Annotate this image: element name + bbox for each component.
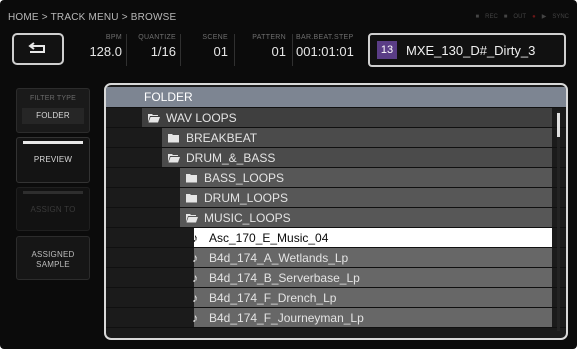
folder-row[interactable]: WAV LOOPS <box>106 108 566 128</box>
out-status-label: OUT <box>513 13 527 20</box>
assigned-sample-button[interactable]: ASSIGNED SAMPLE <box>16 236 90 280</box>
play-icon: ▶ <box>541 14 547 20</box>
folder-open-icon <box>168 153 180 163</box>
assign-indicator <box>23 191 83 194</box>
folder-name: DRUM_&_BASS <box>186 150 276 165</box>
pattern-value: 01 <box>271 44 286 59</box>
scene-value: 01 <box>213 44 228 59</box>
music-note-icon: ♪ <box>192 310 198 325</box>
track-name: MXE_130_D#_Dirty_3 <box>406 42 536 58</box>
music-note-icon: ♪ <box>192 290 198 305</box>
folder-open-icon <box>148 113 160 123</box>
file-row[interactable]: ♪ B4d_174_A_Wetlands_Lp <box>106 248 566 268</box>
file-name: Asc_170_E_Music_04 <box>209 230 329 245</box>
row-content: ♪ B4d_174_F_Journeyman_Lp <box>192 311 364 325</box>
status-indicators: ■ REC ■ OUT ● ▶ SYNC <box>475 13 569 21</box>
scrollbar-thumb[interactable] <box>557 113 560 137</box>
filter-type-button[interactable]: FILTER TYPE FOLDER <box>16 88 90 133</box>
folder-name: DRUM_LOOPS <box>204 190 289 205</box>
record-dot-icon: ● <box>532 13 536 20</box>
file-browser: FOLDER WAV LOOPS BREAKBEAT DRUM_&_BASS BASS… <box>104 83 568 340</box>
track-display: 13 MXE_130_D#_Dirty_3 <box>368 33 566 67</box>
barbeat-label: BAR.BEAT.STEP <box>296 34 354 41</box>
bpm-display: BPM 128.0 <box>70 34 122 66</box>
folder-row[interactable]: BREAKBEAT <box>106 128 566 148</box>
browser-header-row: FOLDER <box>106 87 566 108</box>
folder-icon <box>186 193 198 203</box>
row-content: ♪ B4d_174_F_Drench_Lp <box>192 291 336 305</box>
bpm-value: 128.0 <box>89 44 122 59</box>
folder-row[interactable]: MUSIC_LOOPS <box>106 208 566 228</box>
track-number-badge: 13 <box>377 41 397 59</box>
pattern-display: PATTERN 01 <box>238 34 286 66</box>
folder-icon <box>186 173 198 183</box>
filter-type-caption: FILTER TYPE <box>30 95 76 102</box>
row-content: ♪ B4d_174_A_Wetlands_Lp <box>192 251 348 265</box>
preview-indicator <box>23 141 83 144</box>
folder-icon <box>168 133 180 143</box>
header-divider <box>292 34 293 66</box>
out-status-icon: ■ <box>503 13 508 20</box>
rec-status-icon: ■ <box>475 13 480 20</box>
folder-open-icon <box>186 213 198 223</box>
preview-label: PREVIEW <box>33 155 73 164</box>
barbeat-display: BAR.BEAT.STEP 001:01:01 <box>296 34 362 66</box>
assign-to-button[interactable]: ASSIGN TO <box>16 187 90 231</box>
folder-name: MUSIC_LOOPS <box>204 210 291 225</box>
back-button[interactable] <box>12 33 64 65</box>
row-content: MUSIC_LOOPS <box>186 211 291 225</box>
scene-label: SCENE <box>202 34 228 41</box>
folder-name: BREAKBEAT <box>186 130 258 145</box>
header-divider <box>180 34 181 66</box>
quantize-label: QUANTIZE <box>138 34 176 41</box>
file-name: B4d_174_F_Drench_Lp <box>209 290 337 305</box>
row-content: DRUM_&_BASS <box>168 151 275 165</box>
bpm-label: BPM <box>105 34 122 41</box>
assigned-sample-label-line1: ASSIGNED <box>31 250 75 259</box>
quantize-display: QUANTIZE 1/16 <box>130 34 176 66</box>
file-name: B4d_174_A_Wetlands_Lp <box>209 250 349 265</box>
row-content: ♪ B4d_174_B_Serverbase_Lp <box>192 271 360 285</box>
music-note-icon: ♪ <box>192 250 198 265</box>
header-divider <box>126 34 127 66</box>
row-content: WAV LOOPS <box>148 111 237 125</box>
row-content: DRUM_LOOPS <box>186 191 288 205</box>
back-arrow-icon <box>28 42 45 53</box>
preview-button[interactable]: PREVIEW <box>16 137 90 183</box>
file-name: B4d_174_F_Journeyman_Lp <box>209 310 364 325</box>
row-content: ♪ Asc_170_E_Music_04 <box>192 231 328 245</box>
row-content: BASS_LOOPS <box>186 171 284 185</box>
assign-to-label: ASSIGN TO <box>30 205 76 214</box>
row-content: BREAKBEAT <box>168 131 257 145</box>
file-name: B4d_174_B_Serverbase_Lp <box>209 270 360 285</box>
header-divider <box>234 34 235 66</box>
music-note-icon: ♪ <box>192 270 198 285</box>
folder-row[interactable]: DRUM_&_BASS <box>106 148 566 168</box>
folder-name: BASS_LOOPS <box>204 170 285 185</box>
pattern-label: PATTERN <box>252 34 286 41</box>
barbeat-value: 001:01:01 <box>296 44 354 59</box>
rec-status-label: REC <box>485 13 498 20</box>
scene-display: SCENE 01 <box>184 34 228 66</box>
sync-status-label: SYNC <box>552 13 569 20</box>
file-row[interactable]: ♪ B4d_174_B_Serverbase_Lp <box>106 268 566 288</box>
breadcrumb: HOME > TRACK MENU > BROWSE <box>8 12 177 23</box>
folder-name: WAV LOOPS <box>166 110 237 125</box>
folder-row[interactable]: DRUM_LOOPS <box>106 188 566 208</box>
filter-type-value: FOLDER <box>22 108 84 124</box>
file-row[interactable]: ♪ B4d_174_F_Drench_Lp <box>106 288 566 308</box>
music-note-icon: ♪ <box>192 230 198 245</box>
scrollbar-track[interactable] <box>557 111 560 331</box>
quantize-value: 1/16 <box>150 44 176 59</box>
file-row[interactable]: ♪ Asc_170_E_Music_04 <box>106 228 566 248</box>
assigned-sample-label-line2: SAMPLE <box>36 260 70 269</box>
device-screen: HOME > TRACK MENU > BROWSE ■ REC ■ OUT ●… <box>0 0 577 349</box>
file-row[interactable]: ♪ B4d_174_F_Journeyman_Lp <box>106 308 566 328</box>
browser-header-label: FOLDER <box>144 90 193 104</box>
folder-row[interactable]: BASS_LOOPS <box>106 168 566 188</box>
